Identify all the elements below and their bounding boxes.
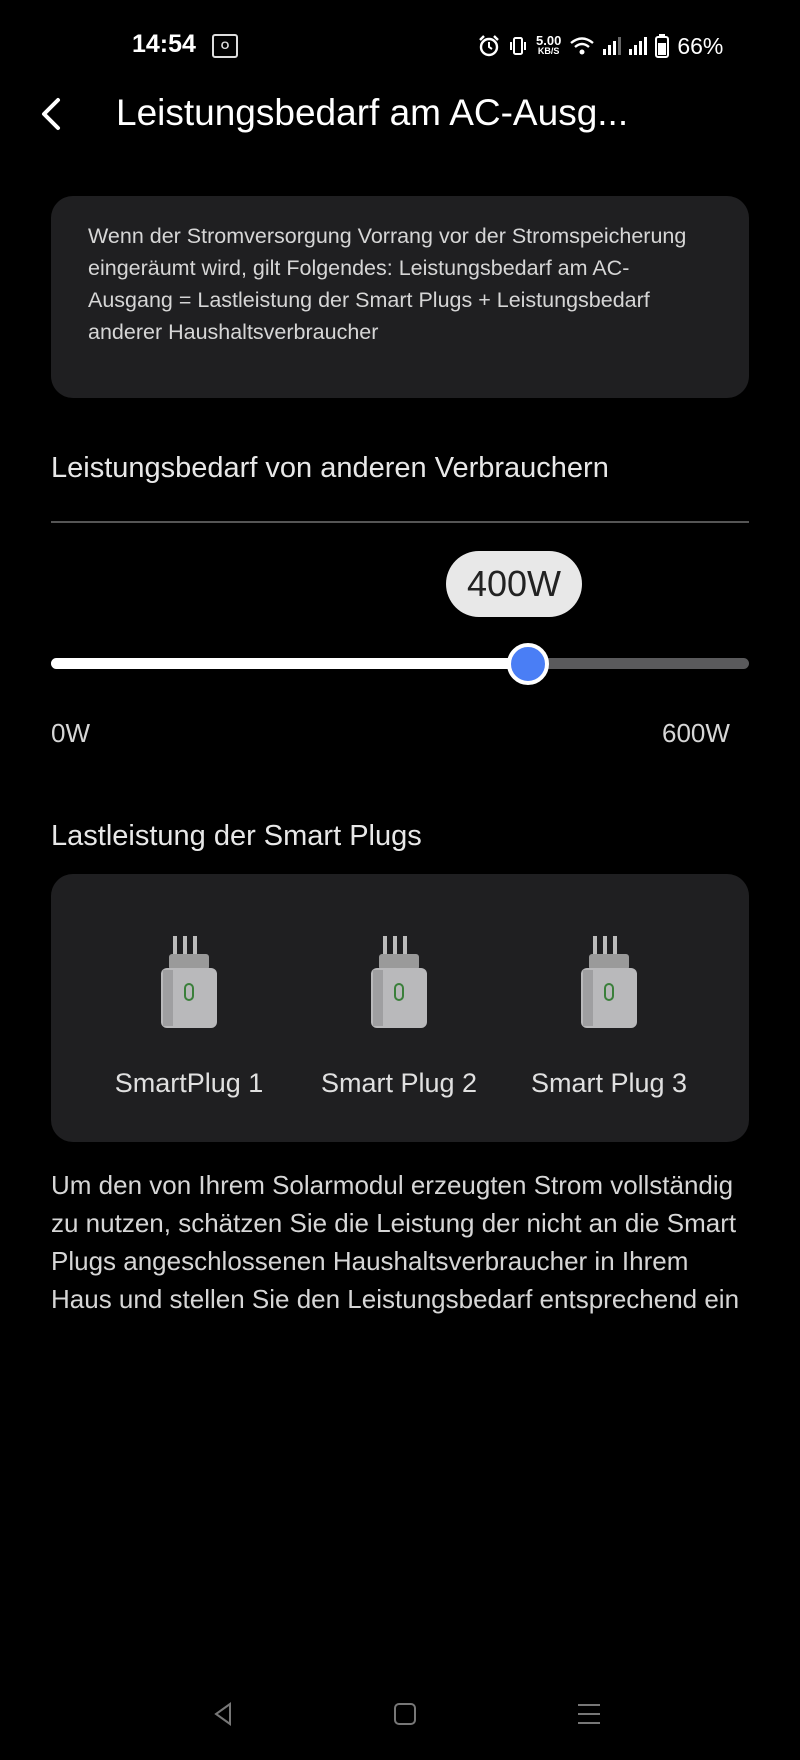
smart-plug-1-label[interactable]: SmartPlug 1 bbox=[89, 1068, 289, 1099]
signal-icon-2 bbox=[629, 37, 648, 55]
battery-icon bbox=[655, 34, 670, 58]
info-text: Wenn der Stromversorgung Vorrang vor der… bbox=[88, 224, 687, 344]
nav-home-icon[interactable] bbox=[390, 1700, 420, 1728]
hint-text: Um den von Ihrem Solarmodul erzeugten St… bbox=[51, 1170, 740, 1314]
slider-max-label: 600W bbox=[662, 718, 730, 748]
speed-unit: KB/S bbox=[537, 46, 560, 56]
speed-value: 5.00 bbox=[536, 33, 562, 48]
other-consumers-heading: Leistungsbedarf von anderen Verbrauchern bbox=[51, 452, 609, 484]
slider-thumb[interactable] bbox=[507, 643, 550, 685]
battery-percent: 66% bbox=[677, 32, 724, 59]
smart-plugs-heading: Lastleistung der Smart Plugs bbox=[51, 820, 422, 852]
status-time: 14:54 bbox=[132, 30, 196, 58]
page-title: Leistungsbedarf am AC-Ausg... bbox=[116, 92, 629, 133]
vibrate-icon bbox=[510, 37, 526, 55]
smart-plug-3-icon[interactable] bbox=[577, 934, 641, 1030]
alarm-icon bbox=[479, 35, 499, 57]
smart-plug-2-icon[interactable] bbox=[367, 934, 431, 1030]
smart-plug-2-label[interactable]: Smart Plug 2 bbox=[299, 1068, 499, 1099]
nav-menu-icon[interactable] bbox=[574, 1700, 604, 1728]
slider-value-badge: 400W bbox=[446, 551, 582, 617]
wifi-icon bbox=[570, 37, 595, 55]
back-arrow-icon[interactable] bbox=[34, 92, 74, 136]
signal-icon bbox=[603, 37, 622, 55]
slider-track-fill bbox=[51, 658, 529, 669]
status-icons: 5.00 KB/S 66% bbox=[478, 30, 723, 62]
outlook-icon: O bbox=[212, 34, 238, 58]
nav-back-icon[interactable] bbox=[208, 1700, 238, 1728]
slider-min-label: 0W bbox=[51, 718, 90, 748]
smart-plug-3-label[interactable]: Smart Plug 3 bbox=[509, 1068, 709, 1099]
smart-plug-1-icon[interactable] bbox=[157, 934, 221, 1030]
divider bbox=[51, 521, 749, 523]
network-speed: 5.00 KB/S bbox=[536, 33, 562, 57]
